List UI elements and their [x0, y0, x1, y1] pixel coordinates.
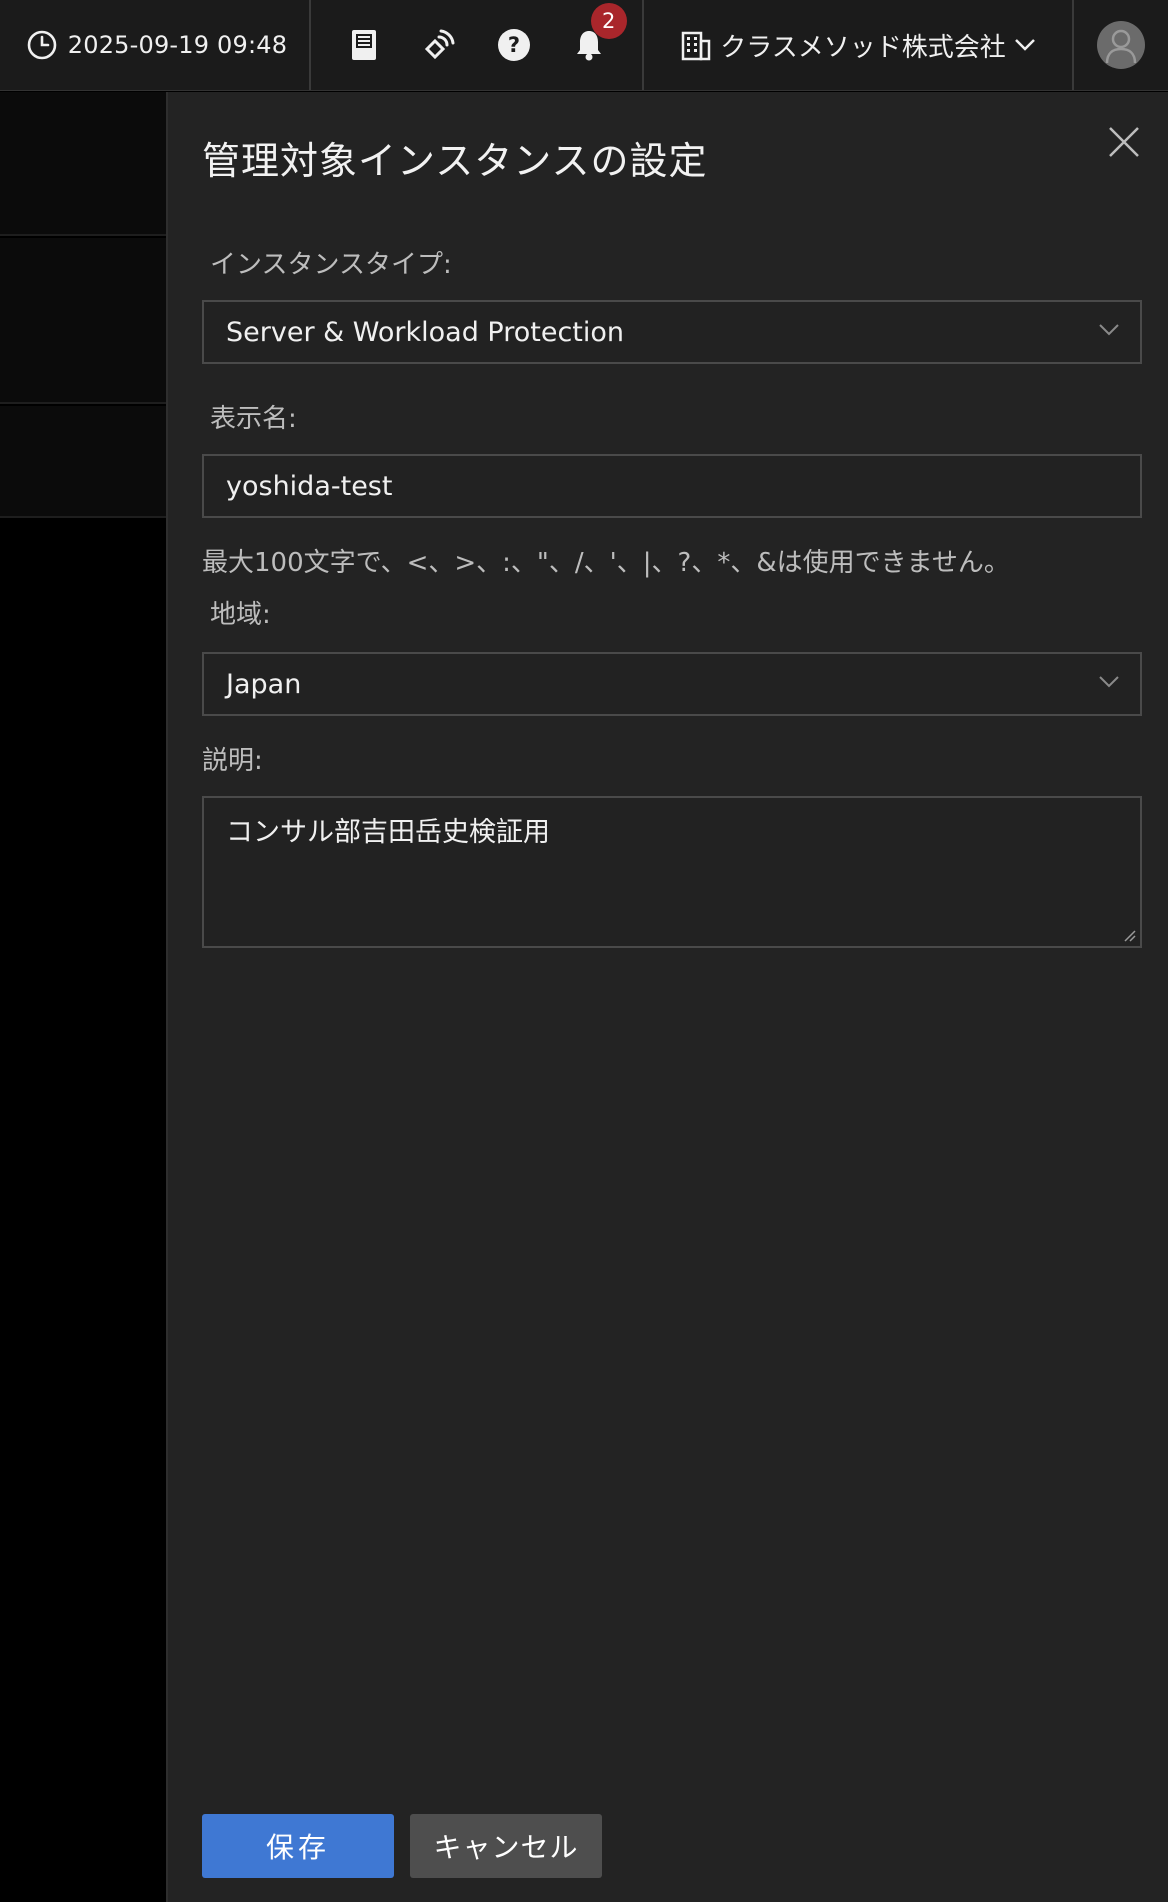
company-name: クラスメソッド株式会社 [720, 32, 1006, 63]
display-name-hint: 最大100文字で、<、>、:、"、/、'、|、?、*、&は使用できません。 [202, 548, 1010, 578]
instance-type-select[interactable]: Server & Workload Protection [202, 300, 1142, 364]
resize-grip-icon[interactable] [1122, 928, 1136, 942]
cancel-button[interactable]: キャンセル [410, 1814, 602, 1878]
connect-button[interactable] [419, 25, 459, 65]
region-value: Japan [226, 668, 302, 700]
notification-badge: 2 [590, 3, 627, 39]
book-icon [352, 30, 377, 60]
notifications-button[interactable]: 2 [569, 3, 627, 65]
satellite-icon [425, 29, 455, 60]
chevron-down-icon [1014, 39, 1035, 51]
list-item[interactable] [0, 406, 166, 518]
region-select[interactable]: Japan [202, 652, 1142, 716]
chevron-down-icon [1099, 676, 1119, 688]
display-name-input[interactable]: yoshida-test [202, 454, 1142, 518]
building-icon [682, 31, 711, 61]
company-selector[interactable]: クラスメソッド株式会社 [644, 0, 1074, 90]
top-bar: 2025-09-19 09:48 ? 2 クラスメソッド株式会社 [0, 0, 1168, 91]
panel-title: 管理対象インスタンスの設定 [202, 139, 708, 183]
instance-type-value: Server & Workload Protection [226, 316, 625, 348]
list-item[interactable] [0, 238, 166, 404]
clock-icon [27, 30, 57, 60]
display-name-label: 表示名: [210, 404, 297, 434]
toolbar-icons: ? 2 [311, 0, 644, 90]
display-name-value: yoshida-test [226, 470, 393, 502]
instance-type-label: インスタンスタイプ: [210, 250, 452, 280]
help-button[interactable]: ? [494, 25, 534, 65]
instance-settings-panel: 管理対象インスタンスの設定 インスタンスタイプ: Server & Worklo… [166, 92, 1168, 1902]
description-label: 説明: [202, 746, 263, 776]
region-label: 地域: [210, 600, 271, 630]
list-item[interactable] [0, 92, 166, 236]
close-button[interactable] [1106, 124, 1142, 160]
avatar-icon [1105, 29, 1137, 64]
save-button[interactable]: 保存 [202, 1814, 394, 1878]
chevron-down-icon [1099, 324, 1119, 336]
datetime-text: 2025-09-19 09:48 [67, 31, 288, 59]
user-menu[interactable] [1074, 0, 1168, 90]
background-list [0, 92, 166, 1902]
docs-button[interactable] [344, 25, 384, 65]
description-textarea[interactable]: コンサル部吉田岳史検証用 [202, 796, 1142, 948]
help-icon: ? [497, 29, 530, 61]
avatar [1097, 21, 1145, 69]
close-icon [1109, 127, 1139, 157]
svg-text:?: ? [508, 33, 520, 57]
description-value: コンサル部吉田岳史検証用 [226, 817, 550, 848]
datetime-display: 2025-09-19 09:48 [0, 0, 311, 90]
